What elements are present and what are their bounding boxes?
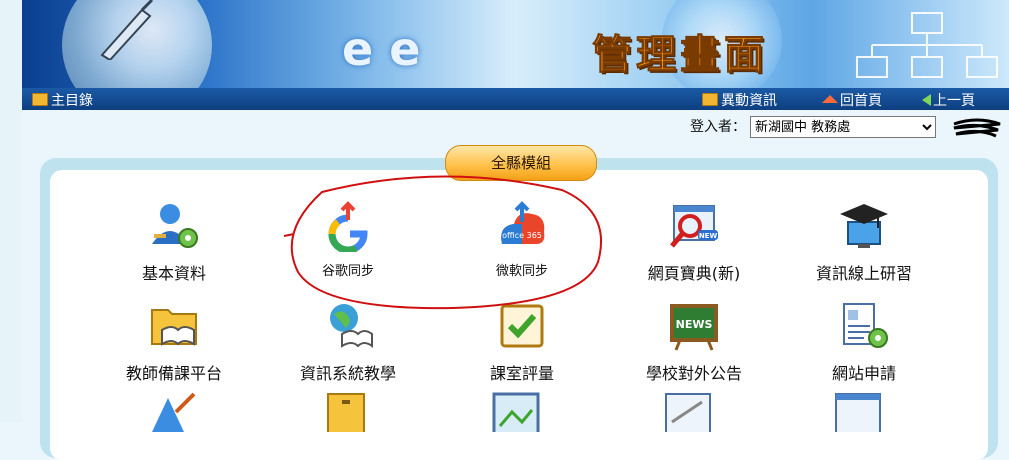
tile-web-guide[interactable]: NEW 網頁寶典(新): [624, 200, 764, 284]
folder-book-icon: [151, 309, 197, 346]
tile-teacher-prep[interactable]: 教師備課平台: [104, 300, 244, 384]
web-magnifier-icon: NEW: [670, 205, 718, 248]
module-group-tab[interactable]: 全縣模組: [445, 145, 597, 181]
partial-tile-icon[interactable]: [832, 392, 884, 432]
tile-google-sync[interactable]: 谷歌同步: [278, 200, 418, 279]
change-info-link[interactable]: 異動資訊: [702, 90, 777, 110]
folder-tree-icon: [856, 12, 998, 78]
user-gear-icon: [152, 204, 198, 248]
tile-label: 基本資料: [141, 264, 206, 283]
main-menu-link[interactable]: 主目錄: [32, 90, 93, 110]
svg-text:NEW: NEW: [699, 232, 718, 240]
tile-label: 學校對外公告: [645, 364, 742, 383]
partial-tile-icon[interactable]: [320, 392, 372, 432]
folder-icon: [32, 93, 48, 106]
banner-title: 管理畫面: [592, 31, 768, 79]
svg-text:NEWS: NEWS: [676, 318, 713, 331]
google-sync-icon: [328, 201, 368, 254]
login-area: 登入者： 新湖國中 教務處: [690, 116, 936, 138]
tile-classroom-assessment[interactable]: 課室評量: [452, 300, 592, 384]
tile-label: 網站申請: [831, 364, 896, 383]
partial-tile-icon[interactable]: [490, 392, 542, 432]
globe-book-icon: [330, 304, 373, 348]
header-banner: e e 管理畫面: [22, 0, 1009, 88]
office365-sync-icon: office 365: [501, 201, 545, 244]
news-board-icon: NEWS: [670, 304, 718, 351]
partial-tile-icon[interactable]: [662, 392, 714, 432]
tile-label: 課室評量: [489, 364, 554, 383]
document-gear-icon: [843, 303, 888, 348]
tile-system-teaching[interactable]: 資訊系統教學: [278, 300, 418, 384]
login-user-select[interactable]: 新湖國中 教務處: [750, 116, 936, 138]
svg-text:office 365: office 365: [502, 231, 542, 240]
tile-online-training[interactable]: 資訊線上研習: [794, 200, 934, 284]
tile-label: 網頁寶典(新): [647, 264, 741, 283]
graduation-monitor-icon: [840, 204, 888, 248]
tile-school-announcement[interactable]: NEWS 學校對外公告: [624, 300, 764, 384]
tile-label: 資訊系統教學: [299, 364, 396, 383]
tile-label: 教師備課平台: [125, 364, 222, 383]
redaction-scribble: [953, 118, 1001, 138]
home-icon: [822, 95, 838, 103]
home-link[interactable]: 回首頁: [822, 90, 882, 110]
folder-icon: [702, 93, 718, 106]
tile-website-application[interactable]: 網站申請: [794, 300, 934, 384]
login-label: 登入者：: [690, 119, 746, 135]
back-arrow-icon: [922, 94, 931, 106]
tile-microsoft-sync[interactable]: office 365 微軟同步: [452, 200, 592, 279]
tile-label: 谷歌同步: [321, 264, 374, 279]
tile-label: 微軟同步: [495, 264, 548, 279]
back-link[interactable]: 上一頁: [922, 90, 975, 110]
banner-letters: e e: [342, 22, 421, 76]
left-margin: [0, 0, 22, 422]
tile-label: 資訊線上研習: [815, 264, 912, 283]
checkbox-icon: [500, 304, 544, 348]
nav-bar: 主目錄 異動資訊 回首頁 上一頁: [22, 88, 1009, 110]
partial-tile-icon[interactable]: [146, 392, 198, 432]
tile-basic-data[interactable]: 基本資料: [104, 200, 244, 284]
pen-icon: [100, 0, 154, 60]
